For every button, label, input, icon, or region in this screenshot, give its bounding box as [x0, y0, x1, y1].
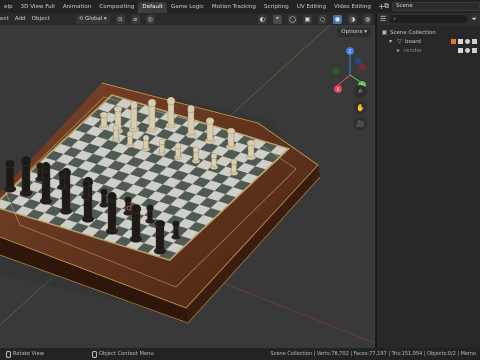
workspace-tab[interactable]: Default [138, 2, 167, 13]
expand-chevron-icon[interactable]: ▾ [387, 38, 394, 45]
black-pieces [3, 155, 181, 255]
status-center: Object Context Menu [91, 350, 154, 358]
neg-y-axis-handle [332, 67, 340, 75]
workspace-tab[interactable]: Compositing [95, 2, 138, 13]
menu-add[interactable]: Add [15, 16, 26, 22]
outliner-search-field[interactable]: ⌕ [389, 15, 469, 23]
shading-material-icon[interactable]: ◑ [348, 14, 357, 24]
orientation-label: Global [85, 15, 103, 22]
eye-icon[interactable] [465, 39, 470, 44]
modifier-icon [451, 39, 456, 44]
workspace-tab[interactable]: UV Editing [293, 2, 330, 13]
mouse-right-icon [91, 350, 97, 358]
orientation-dropdown[interactable]: ⟲ Global ▾ [75, 14, 110, 24]
camera-view-icon[interactable]: 🎥 [354, 117, 367, 130]
neg-z-axis-handle [354, 57, 362, 65]
search-icon: ⌕ [393, 16, 397, 22]
scene-selector[interactable]: ⧉ Scene [384, 1, 480, 12]
status-left-text: Rotate View [13, 351, 44, 357]
scene-statistics: Scene Collection | Verts:78,702 | Faces:… [270, 351, 476, 357]
outliner-item-label: render [404, 47, 423, 54]
workspace-tabs: elp 3D View Full Animation Compositing Defau… [0, 0, 375, 13]
white-pieces [98, 96, 257, 176]
filter-icon[interactable]: ⏷ [471, 15, 477, 24]
zoom-icon[interactable]: ⌕ [354, 85, 367, 98]
workspace-tab[interactable]: Motion Tracking [208, 2, 260, 13]
xray-icon[interactable]: ▣ [303, 14, 312, 24]
shading-solid-icon[interactable]: ● [333, 14, 342, 24]
workspace-bar: elp 3D View Full Animation Compositing Defau… [0, 0, 480, 13]
outliner-row-collection[interactable]: ▣ Scene Collection [377, 28, 480, 37]
outliner-row-render[interactable]: ▸ render [377, 46, 480, 55]
collection-label: Scene Collection [390, 29, 436, 36]
svg-text:X: X [337, 87, 340, 92]
collection-icon: ▣ [381, 29, 388, 36]
workspace-tab[interactable]: 3D View Full [17, 2, 59, 13]
scene-icon: ⧉ [384, 2, 389, 10]
overlay-icon[interactable]: ◯ [288, 14, 297, 24]
visibility-icon[interactable]: ◐ [258, 14, 267, 24]
outliner-item-label: board [405, 38, 421, 45]
snap-icon[interactable]: ⌀ [130, 14, 140, 24]
row-toggles [451, 39, 480, 44]
editor-type-icon[interactable]: ☰ [380, 15, 386, 23]
workspace-tab[interactable]: Animation [59, 2, 96, 13]
camera-toggle-icon[interactable] [472, 48, 477, 53]
checkbox-icon[interactable] [458, 48, 463, 53]
checkbox-icon[interactable] [458, 39, 463, 44]
outliner-row-board[interactable]: ▾ ▽ board [377, 37, 480, 46]
menu-object[interactable]: Object [32, 16, 50, 22]
svg-text:Z: Z [349, 49, 352, 54]
workspace-tab[interactable]: Video Editing [330, 2, 375, 13]
mesh-object-icon: ▽ [397, 38, 402, 45]
proportional-edit-icon[interactable]: ◎ [145, 14, 155, 24]
gizmo-toggle-icon[interactable]: ⌖ [273, 14, 282, 24]
camera-object-icon: ▸ [396, 47, 400, 54]
outliner-panel: ☰ ⌕ ⏷ ▣ Scene Collection ▾ ▽ board ▸ ren… [376, 13, 480, 348]
3d-viewport[interactable]: Options ▾ Z X Y ⌕ ✋ 🎥 [0, 25, 375, 348]
chess-pieces [3, 96, 257, 255]
eye-icon[interactable] [465, 48, 470, 53]
workspace-tab[interactable]: Scripting [260, 2, 293, 13]
pan-hand-icon[interactable]: ✋ [354, 101, 367, 114]
status-bar: Rotate View Object Context Menu Scene Co… [0, 348, 480, 360]
scene-name-field[interactable]: Scene [392, 2, 480, 11]
options-dropdown[interactable]: Options ▾ [337, 28, 371, 37]
menu-view[interactable]: ect [0, 16, 9, 22]
viewport-header: ect Add Object ⟲ Global ▾ ⊙ ⌀ ◎ ◐ ⌖ ◯ ▣ … [0, 13, 375, 25]
camera-toggle-icon[interactable] [472, 39, 477, 44]
workspace-tab[interactable]: Game Logic [167, 2, 208, 13]
mouse-middle-icon [6, 350, 11, 358]
shading-wire-icon[interactable]: ○ [318, 14, 327, 24]
row-toggles [458, 48, 480, 53]
pivot-icon[interactable]: ⊙ [115, 14, 125, 24]
options-label: Options [341, 29, 363, 35]
outliner-header: ☰ ⌕ ⏷ [377, 13, 480, 25]
neg-x-axis-handle [358, 63, 366, 71]
shading-rendered-icon[interactable]: ◍ [363, 14, 372, 24]
status-left: Rotate View [6, 350, 44, 358]
workspace-tab[interactable]: elp [0, 2, 17, 13]
status-center-text: Object Context Menu [98, 351, 154, 357]
